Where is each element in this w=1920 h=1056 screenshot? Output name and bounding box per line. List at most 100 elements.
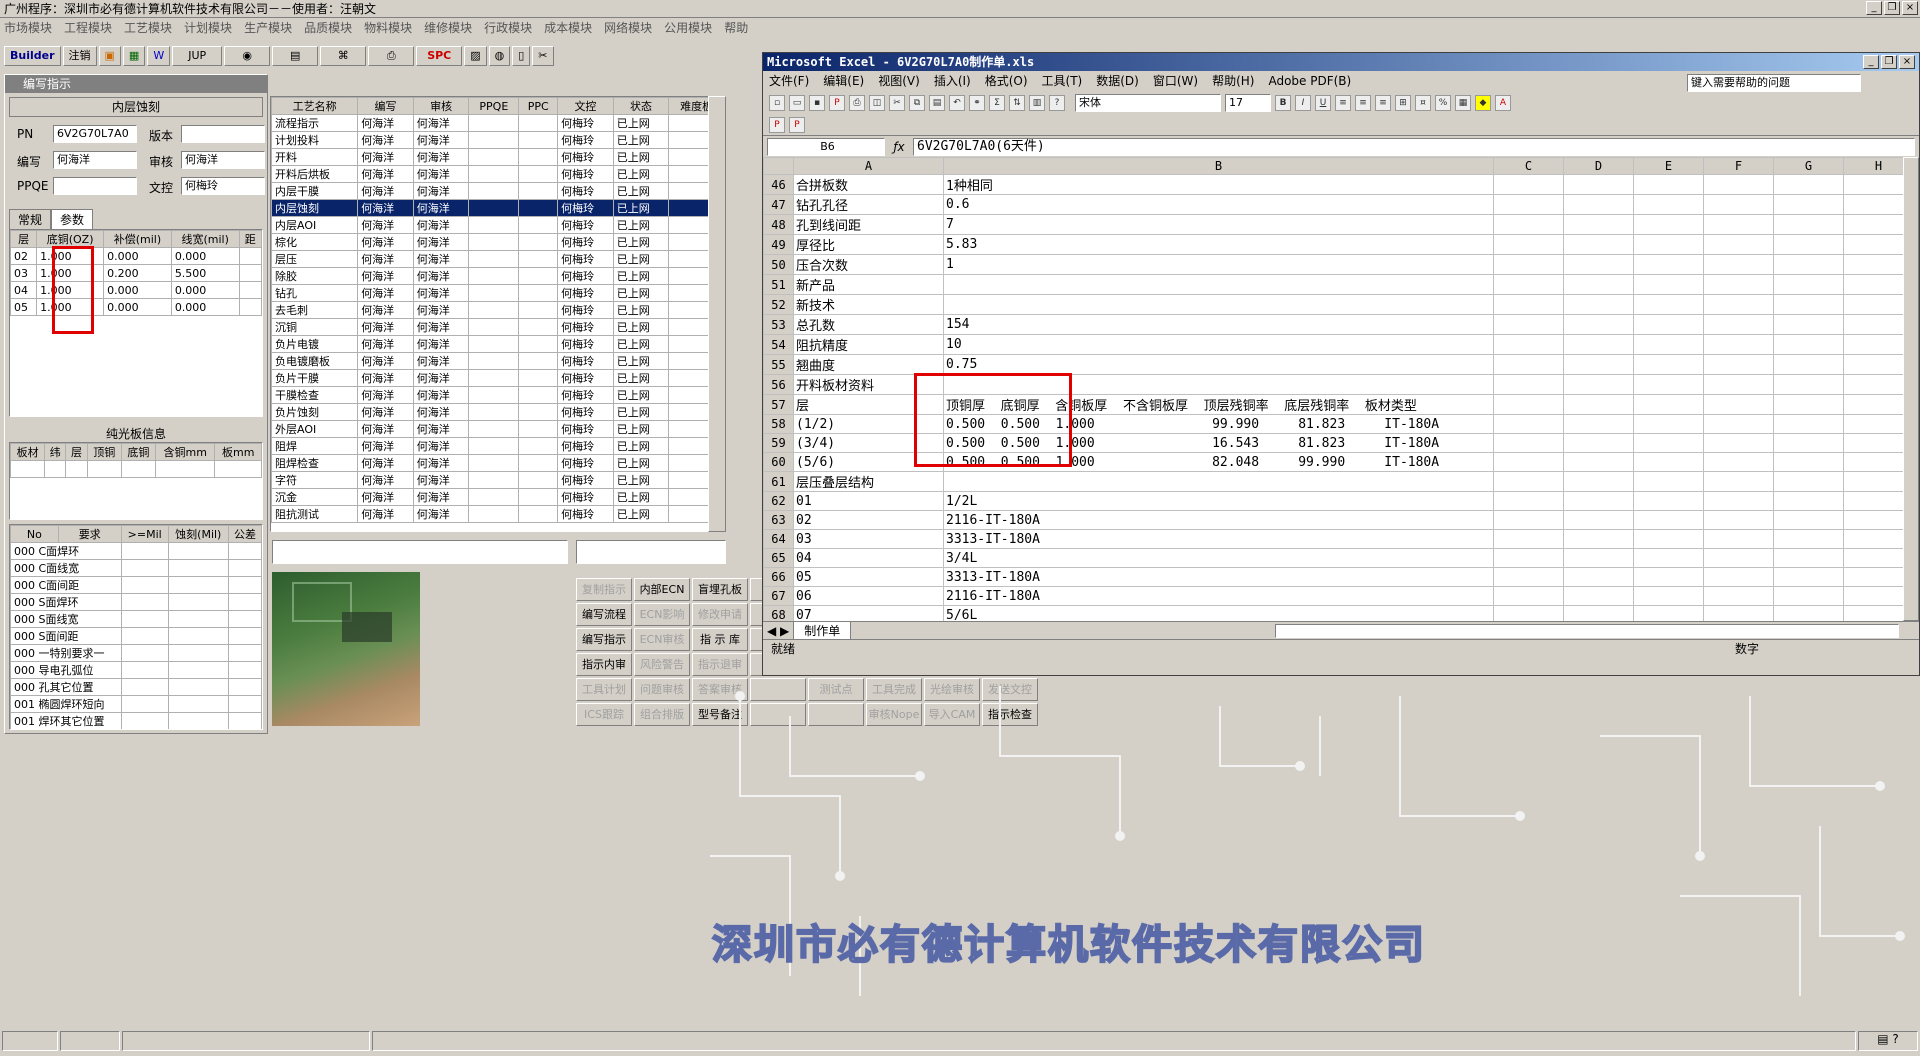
cell-a[interactable]: 06 bbox=[793, 586, 944, 606]
table-row[interactable]: 内层干膜 何海洋 何海洋 何梅玲 已上网 bbox=[271, 182, 725, 200]
row-header[interactable]: 58 bbox=[763, 414, 794, 434]
cell[interactable] bbox=[1633, 354, 1704, 375]
row-header[interactable]: 62 bbox=[763, 491, 794, 511]
cell[interactable] bbox=[1703, 452, 1774, 472]
excel-menu-item-4[interactable]: 格式(O) bbox=[985, 71, 1028, 91]
action-button-1-2[interactable]: 修改申请 bbox=[692, 603, 748, 626]
action-button-3-0[interactable]: 指示内审 bbox=[576, 653, 632, 676]
align-center-icon[interactable]: ≡ bbox=[1355, 95, 1371, 111]
cell[interactable] bbox=[1773, 433, 1844, 453]
chart-wizard-icon[interactable]: ▥ bbox=[1029, 95, 1045, 111]
cell-a[interactable]: 总孔数 bbox=[793, 314, 944, 335]
row-header[interactable]: 60 bbox=[763, 452, 794, 472]
cell[interactable] bbox=[1773, 414, 1844, 434]
cell[interactable] bbox=[1773, 510, 1844, 530]
new-icon[interactable]: ▫ bbox=[769, 95, 785, 111]
action-button-0-1[interactable]: 内部ECN bbox=[634, 578, 690, 601]
sort-icon[interactable]: ⇅ bbox=[1009, 95, 1025, 111]
excel-icon[interactable]: ▦ bbox=[122, 46, 146, 66]
table-row[interactable]: 开料 何海洋 何海洋 何梅玲 已上网 bbox=[271, 148, 725, 166]
cell[interactable] bbox=[1633, 529, 1704, 549]
excel-menu-item-6[interactable]: 数据(D) bbox=[1096, 71, 1139, 91]
excel-menu-item-7[interactable]: 窗口(W) bbox=[1153, 71, 1198, 91]
cell[interactable] bbox=[1633, 452, 1704, 472]
cell[interactable] bbox=[1563, 567, 1634, 587]
logout-button[interactable]: 注销 bbox=[62, 46, 97, 66]
printer-icon[interactable]: ⎙ bbox=[368, 46, 415, 66]
cell[interactable] bbox=[1633, 214, 1704, 235]
cell-b[interactable]: 0.75 bbox=[943, 354, 1494, 375]
cell[interactable] bbox=[1633, 414, 1704, 434]
cell[interactable] bbox=[1703, 334, 1774, 355]
row-header[interactable]: 48 bbox=[763, 214, 794, 235]
menu-item-2[interactable]: 工艺模块 bbox=[124, 18, 172, 38]
minimize-icon[interactable]: _ bbox=[1866, 1, 1882, 15]
formula-input[interactable]: 6V2G70L7A0(6天件) bbox=[913, 137, 1915, 156]
header-row[interactable]: 层底铜(OZ) 补偿(mil) 线宽(mil) 距 bbox=[10, 230, 262, 248]
action-button-2-1[interactable]: ECN审核 bbox=[634, 628, 690, 651]
cell[interactable] bbox=[1633, 254, 1704, 275]
font-color-icon[interactable]: A bbox=[1495, 95, 1511, 111]
cell[interactable] bbox=[1563, 234, 1634, 255]
cell[interactable] bbox=[1633, 274, 1704, 295]
cell[interactable] bbox=[1773, 274, 1844, 295]
cell-b[interactable]: 5/6L bbox=[943, 605, 1494, 621]
align-left-icon[interactable]: ≡ bbox=[1335, 95, 1351, 111]
cell[interactable] bbox=[1773, 254, 1844, 275]
cell[interactable] bbox=[1773, 214, 1844, 235]
action-button-4-1[interactable]: 问题审核 bbox=[634, 678, 690, 701]
table-row[interactable]: 阻焊检查 何海洋 何海洋 何梅玲 已上网 bbox=[271, 454, 725, 472]
merge-icon[interactable]: ⊞ bbox=[1395, 95, 1411, 111]
cell[interactable] bbox=[1773, 491, 1844, 511]
cell[interactable] bbox=[1493, 471, 1564, 492]
copy-icon[interactable]: ⧉ bbox=[909, 95, 925, 111]
cell[interactable] bbox=[1633, 471, 1704, 492]
cell[interactable] bbox=[1703, 354, 1774, 375]
help-icon[interactable]: ? bbox=[1049, 95, 1065, 111]
sheet-tab-zhizuodan[interactable]: 制作单 bbox=[793, 621, 852, 640]
row-header[interactable]: 56 bbox=[763, 374, 794, 395]
list-item[interactable]: 001 焊环其它位置 bbox=[10, 712, 262, 729]
menu-item-8[interactable]: 行政模块 bbox=[484, 18, 532, 38]
save-icon[interactable]: ▪ bbox=[809, 95, 825, 111]
table-row[interactable]: 计划投料 何海洋 何海洋 何梅玲 已上网 bbox=[271, 131, 725, 149]
cell[interactable] bbox=[1493, 433, 1564, 453]
cell-b[interactable]: 154 bbox=[943, 314, 1494, 335]
cell[interactable] bbox=[1493, 510, 1564, 530]
cell[interactable] bbox=[1703, 586, 1774, 606]
cell[interactable] bbox=[1493, 491, 1564, 511]
cell[interactable] bbox=[1703, 194, 1774, 215]
excel-menu-item-3[interactable]: 插入(I) bbox=[934, 71, 971, 91]
network-icon[interactable]: ⌘ bbox=[320, 46, 367, 66]
cell[interactable] bbox=[1493, 414, 1564, 434]
table-row[interactable]: 钻孔 何海洋 何海洋 何梅玲 已上网 bbox=[271, 284, 725, 302]
row-header[interactable]: 59 bbox=[763, 433, 794, 453]
list-item[interactable]: 000 孔其它位置 bbox=[10, 678, 262, 696]
table-row[interactable]: 阻焊 何海洋 何海洋 何梅玲 已上网 bbox=[271, 437, 725, 455]
cell[interactable] bbox=[1773, 394, 1844, 415]
cell-a[interactable]: 01 bbox=[793, 491, 944, 511]
cell[interactable] bbox=[1773, 548, 1844, 568]
cell[interactable] bbox=[1703, 174, 1774, 195]
row-header[interactable]: 46 bbox=[763, 174, 794, 195]
cell[interactable] bbox=[1563, 354, 1634, 375]
reviewer-field[interactable]: 何海洋 bbox=[181, 151, 265, 169]
cell[interactable] bbox=[1773, 452, 1844, 472]
table-row[interactable]: 除胶 何海洋 何海洋 何梅玲 已上网 bbox=[271, 267, 725, 285]
row-header[interactable]: 63 bbox=[763, 510, 794, 530]
menu-item-9[interactable]: 成本模块 bbox=[544, 18, 592, 38]
row-header[interactable]: 54 bbox=[763, 334, 794, 355]
cell[interactable] bbox=[1493, 374, 1564, 395]
cell[interactable] bbox=[1633, 334, 1704, 355]
cell-a[interactable]: 02 bbox=[793, 510, 944, 530]
cell[interactable] bbox=[1703, 214, 1774, 235]
cell[interactable] bbox=[1493, 174, 1564, 195]
list-item[interactable]: 000 C面线宽 bbox=[10, 559, 262, 577]
cell-b[interactable]: 7 bbox=[943, 214, 1494, 235]
cell-a[interactable]: 翘曲度 bbox=[793, 354, 944, 375]
cell-a[interactable]: 钻孔孔径 bbox=[793, 194, 944, 215]
version-field[interactable] bbox=[181, 125, 265, 143]
cell[interactable] bbox=[1703, 414, 1774, 434]
cell-a[interactable]: 04 bbox=[793, 548, 944, 568]
excel-restore-icon[interactable]: ❐ bbox=[1881, 55, 1897, 69]
